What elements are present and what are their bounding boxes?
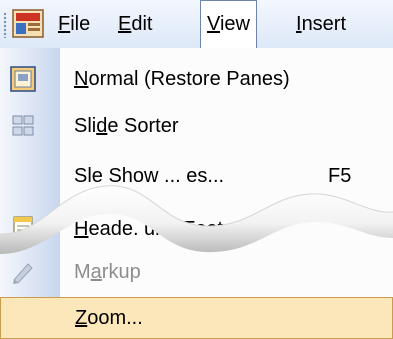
normal-view-icon — [10, 66, 36, 92]
view-menu-dropdown: Normal (Restore Panes) Slide Sorter Sle … — [0, 48, 393, 339]
menu-edit-label: dit — [131, 13, 153, 35]
menu-view[interactable]: View — [200, 0, 257, 49]
markup-icon — [13, 263, 33, 284]
menu-item-slide-sorter[interactable]: Slide Sorter — [0, 105, 393, 147]
menu-edit[interactable]: Edit — [112, 0, 158, 48]
menu-file-accel: F — [58, 13, 71, 35]
menu-item-zoom[interactable]: Zoom... — [0, 297, 393, 339]
menu-item-markup-label: Markup — [74, 261, 141, 283]
menu-file[interactable]: File — [52, 0, 96, 48]
menu-file-label: ile — [70, 13, 91, 35]
menu-view-accel: V — [207, 13, 220, 35]
menu-item-markup: Markup — [0, 251, 393, 293]
menu-insert[interactable]: Insert — [290, 0, 352, 48]
torn-paper-break — [0, 185, 393, 254]
powerpoint-window: File Edit View Insert Normal (Restore Pa… — [0, 0, 393, 339]
menu-item-slide-sorter-label: Slide Sorter — [74, 115, 179, 137]
menu-bar: File Edit View Insert — [0, 0, 393, 49]
menu-insert-label: nsert — [301, 13, 347, 35]
menu-edit-accel: E — [118, 13, 132, 35]
powerpoint-app-icon[interactable] — [10, 7, 46, 41]
menu-item-normal-label: Normal (Restore Panes) — [74, 68, 290, 90]
menu-item-zoom-label: Zoom... — [75, 307, 143, 329]
menu-view-label: iew — [219, 13, 250, 35]
toolbar-grip[interactable] — [3, 12, 7, 38]
slide-sorter-icon — [12, 115, 34, 136]
menu-item-normal[interactable]: Normal (Restore Panes) — [0, 58, 393, 100]
